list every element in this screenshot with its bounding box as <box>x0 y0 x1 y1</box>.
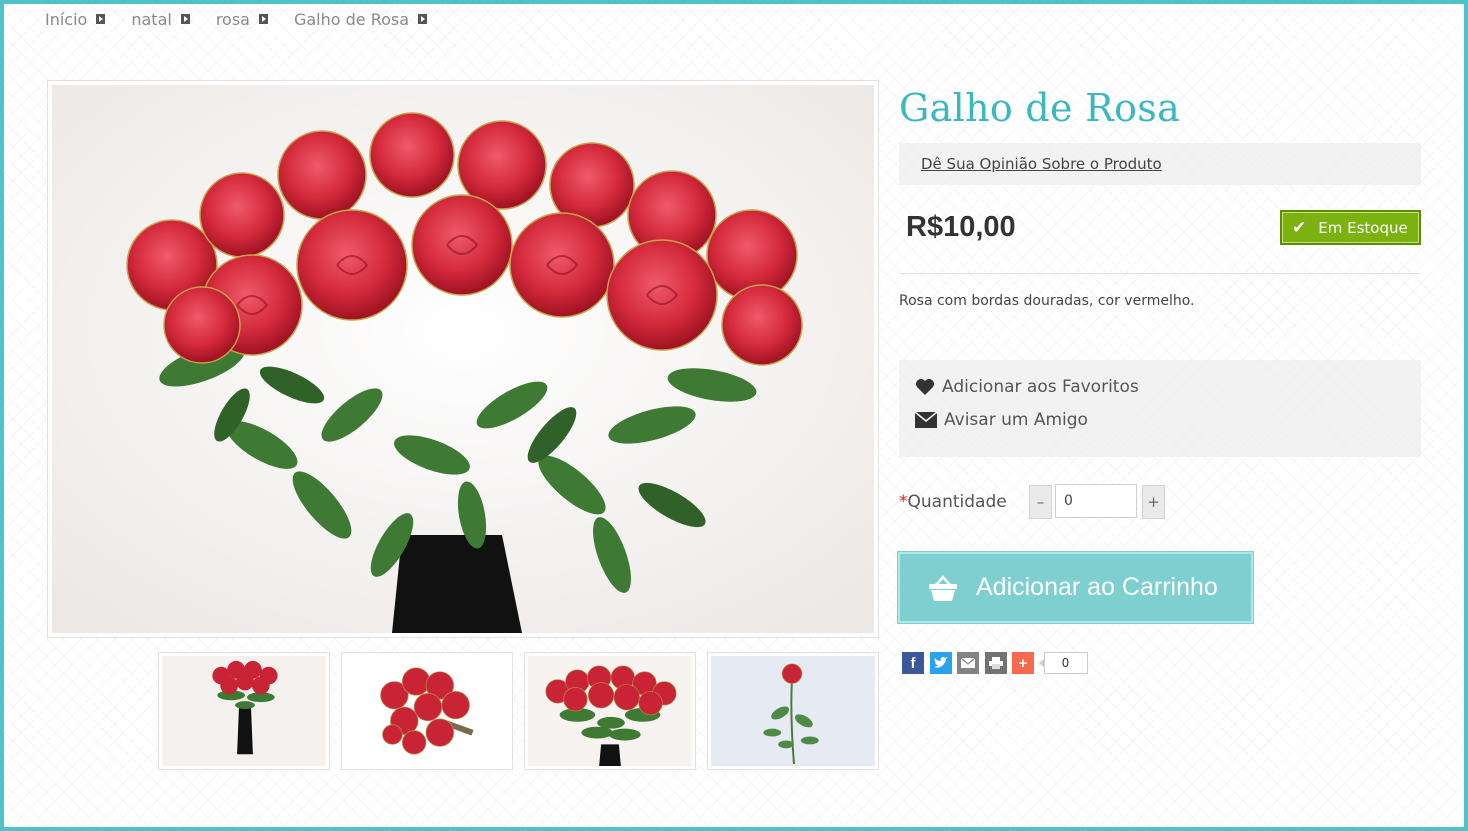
breadcrumb-item-product[interactable]: Galho de Rosa <box>294 10 428 29</box>
basket-icon <box>929 574 957 601</box>
required-mark: * <box>899 492 908 512</box>
facebook-icon[interactable]: f <box>902 652 924 674</box>
product-actions: Adicionar aos Favoritos Avisar um Amigo <box>899 360 1421 457</box>
breadcrumb-item-home[interactable]: Início <box>45 10 106 29</box>
thumbnail-image <box>528 656 692 766</box>
breadcrumb-arrow-icon <box>96 14 106 24</box>
tell-a-friend-label: Avisar um Amigo <box>944 410 1088 430</box>
review-bar: Dê Sua Opinião Sobre o Produto <box>899 143 1421 185</box>
thumbnail-4[interactable] <box>707 652 879 770</box>
main-product-image[interactable] <box>47 80 879 638</box>
thumbnail-3[interactable] <box>524 652 696 770</box>
quantity-label: *Quantidade <box>899 492 1007 512</box>
add-to-favorites-link[interactable]: Adicionar aos Favoritos <box>915 377 1139 397</box>
quantity-input[interactable] <box>1055 484 1137 518</box>
stock-badge: ✔ Em Estoque <box>1280 210 1421 245</box>
write-review-link[interactable]: Dê Sua Opinião Sobre o Produto <box>921 155 1162 173</box>
addthis-icon[interactable]: + <box>1012 652 1034 674</box>
rose-bouquet-photo <box>52 85 874 633</box>
print-icon[interactable] <box>984 652 1007 674</box>
add-to-cart-label: Adicionar ao Carrinho <box>976 573 1218 601</box>
breadcrumb-arrow-icon <box>418 14 428 24</box>
breadcrumb-arrow-icon <box>258 14 268 24</box>
stock-label: Em Estoque <box>1318 218 1408 237</box>
email-icon[interactable] <box>957 652 979 674</box>
product-price: R$10,00 <box>906 211 1016 243</box>
thumbnail-image <box>162 656 326 766</box>
thumbnail-gallery <box>158 652 879 770</box>
thumbnail-image <box>345 656 509 766</box>
quantity-increase-button[interactable]: + <box>1142 485 1165 519</box>
breadcrumb-item-rosa[interactable]: rosa <box>216 10 268 29</box>
share-count: 0 <box>1038 652 1088 674</box>
breadcrumb-arrow-icon <box>180 14 190 24</box>
thumbnail-1[interactable] <box>158 652 330 770</box>
product-title: Galho de Rosa <box>899 86 1181 130</box>
add-to-favorites-label: Adicionar aos Favoritos <box>942 377 1139 397</box>
add-to-cart-button[interactable]: Adicionar ao Carrinho <box>898 552 1253 623</box>
heart-icon <box>916 379 934 395</box>
breadcrumb-item-natal[interactable]: natal <box>131 10 190 29</box>
checkmark-icon: ✔ <box>1292 217 1307 238</box>
thumbnail-2[interactable] <box>341 652 513 770</box>
twitter-icon[interactable] <box>929 652 952 674</box>
share-toolbar: f + 0 <box>902 652 1088 674</box>
envelope-icon <box>915 412 937 428</box>
divider <box>899 273 1421 274</box>
quantity-decrease-button[interactable]: – <box>1029 485 1052 519</box>
breadcrumb: Início natal rosa Galho de Rosa <box>45 8 453 30</box>
product-description: Rosa com bordas douradas, cor vermelho. <box>899 293 1195 309</box>
tell-a-friend-link[interactable]: Avisar um Amigo <box>915 410 1088 430</box>
thumbnail-image <box>711 656 875 766</box>
